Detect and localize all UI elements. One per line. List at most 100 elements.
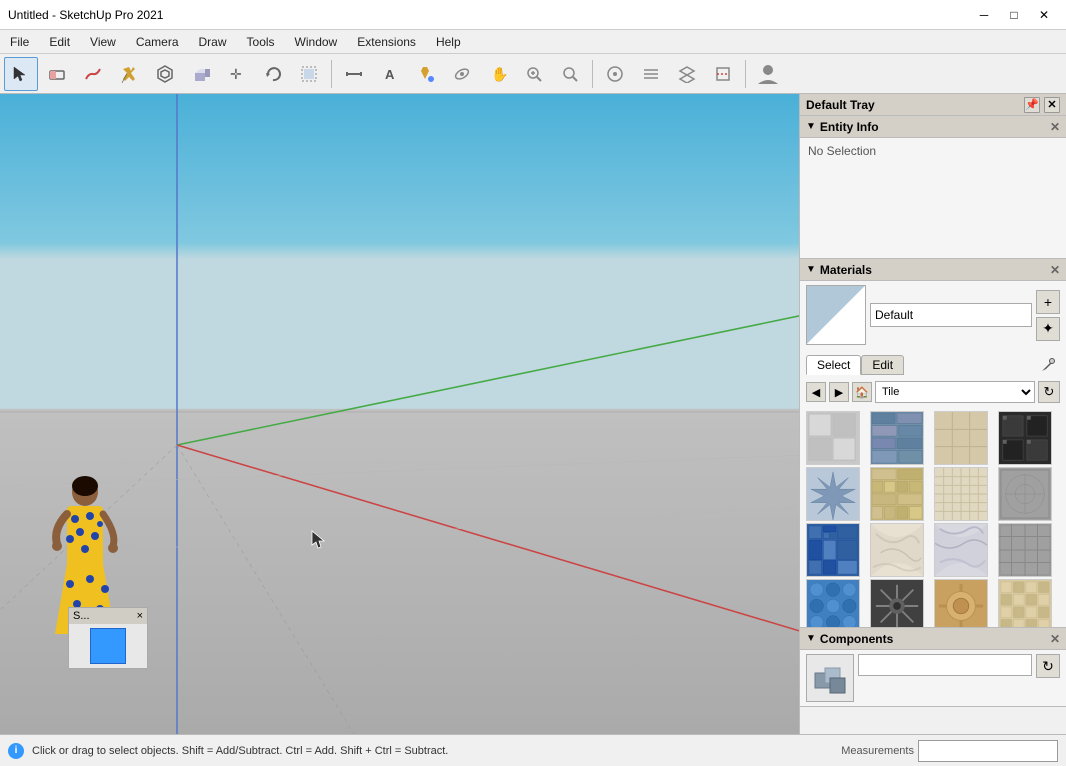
menu-window[interactable]: Window — [285, 30, 348, 53]
tray-title-icons: 📌 ✕ — [1024, 97, 1060, 113]
offset-tool-button[interactable] — [148, 57, 182, 91]
material-browser-nav: ◀ ▶ 🏠 Tile Wood Metal Stone Brick ↻ — [800, 377, 1066, 407]
material-name-input[interactable] — [870, 303, 1032, 327]
materials-content: + ✦ Select Edit ◀ ▶ 🏠 — [800, 281, 1066, 627]
edit-tab[interactable]: Edit — [861, 355, 904, 375]
materials-close[interactable]: ✕ — [1050, 263, 1060, 277]
text-tool-button[interactable]: A — [373, 57, 407, 91]
freehand-tool-button[interactable] — [76, 57, 110, 91]
material-item-16[interactable] — [998, 579, 1052, 627]
components-button[interactable] — [598, 57, 632, 91]
components-content: ↻ — [800, 650, 1066, 706]
material-create-button[interactable]: + — [1036, 290, 1060, 314]
material-sample-button[interactable]: ✦ — [1036, 317, 1060, 341]
select-tool-button[interactable] — [4, 57, 38, 91]
tray-close-button[interactable]: ✕ — [1044, 97, 1060, 113]
material-name-box — [870, 303, 1032, 327]
material-reload-button[interactable]: ↻ — [1038, 381, 1060, 403]
material-item-4[interactable] — [998, 411, 1052, 465]
blue-square-preview — [90, 628, 126, 664]
menu-file[interactable]: File — [0, 30, 39, 53]
menu-extensions[interactable]: Extensions — [347, 30, 426, 53]
material-action-buttons: + ✦ — [1036, 290, 1060, 341]
orbit-tool-button[interactable] — [445, 57, 479, 91]
material-item-6[interactable] — [870, 467, 924, 521]
tape-tool-button[interactable] — [337, 57, 371, 91]
material-item-10[interactable] — [870, 523, 924, 577]
material-item-2[interactable] — [870, 411, 924, 465]
menu-edit[interactable]: Edit — [39, 30, 80, 53]
zoom-ext-button[interactable] — [553, 57, 587, 91]
components-search — [858, 654, 1032, 702]
rotate-tool-button[interactable] — [256, 57, 290, 91]
svg-text:A: A — [385, 67, 395, 82]
materials-arrow: ▼ — [806, 264, 816, 275]
material-item-14[interactable] — [870, 579, 924, 627]
components-icon — [806, 654, 854, 702]
minimize-button[interactable]: ─ — [970, 5, 998, 25]
menu-view[interactable]: View — [80, 30, 126, 53]
menu-draw[interactable]: Draw — [189, 30, 237, 53]
statusbar: i Click or drag to select objects. Shift… — [0, 734, 1066, 766]
3d-viewport[interactable]: S... × — [0, 94, 799, 734]
menu-help[interactable]: Help — [426, 30, 471, 53]
section-cut-button[interactable] — [706, 57, 740, 91]
materials-header[interactable]: ▼ Materials ✕ — [800, 259, 1066, 281]
material-tabs: Select Edit — [800, 349, 1066, 377]
material-item-15[interactable] — [934, 579, 988, 627]
move-tool-button[interactable]: ✛ — [220, 57, 254, 91]
measurements-label: Measurements — [841, 745, 914, 757]
material-back-button[interactable]: ◀ — [806, 382, 826, 402]
window-controls: ─ □ ✕ — [970, 5, 1058, 25]
small-tray-close[interactable]: × — [137, 610, 143, 622]
material-category-select[interactable]: Tile Wood Metal Stone Brick — [875, 381, 1035, 403]
line-tool-button[interactable]: ╱ — [112, 57, 146, 91]
entity-info-label: Entity Info — [820, 120, 879, 134]
maximize-button[interactable]: □ — [1000, 5, 1028, 25]
default-tray-header: Default Tray 📌 ✕ — [800, 94, 1066, 116]
entity-info-close[interactable]: ✕ — [1050, 120, 1060, 134]
material-item-9[interactable] — [806, 523, 860, 577]
tray-pin-button[interactable]: 📌 — [1024, 97, 1040, 113]
components-action-button[interactable]: ↻ — [1036, 654, 1060, 678]
entity-info-section: ▼ Entity Info ✕ No Selection — [800, 116, 1066, 259]
entity-info-header[interactable]: ▼ Entity Info ✕ — [800, 116, 1066, 138]
toolbar-separator-1 — [331, 60, 332, 88]
material-item-7[interactable] — [934, 467, 988, 521]
eyedropper-button[interactable] — [1036, 353, 1060, 377]
close-button[interactable]: ✕ — [1030, 5, 1058, 25]
section-planes-button[interactable] — [634, 57, 668, 91]
material-item-3[interactable] — [934, 411, 988, 465]
menubar: File Edit View Camera Draw Tools Window … — [0, 30, 1066, 54]
components-search-input[interactable] — [858, 654, 1032, 676]
tray-title: Default Tray — [806, 98, 875, 112]
components-header[interactable]: ▼ Components ✕ — [800, 628, 1066, 650]
account-button[interactable] — [751, 57, 785, 91]
materials-label: Materials — [820, 263, 872, 277]
paint-tool-button[interactable] — [409, 57, 443, 91]
info-icon: i — [8, 743, 24, 759]
measurements-input[interactable] — [918, 740, 1058, 762]
material-item-1[interactable] — [806, 411, 860, 465]
entity-info-content: No Selection — [800, 138, 1066, 258]
components-close[interactable]: ✕ — [1050, 632, 1060, 646]
material-grid — [800, 407, 1066, 627]
hand-tool-button[interactable]: ✋ — [481, 57, 515, 91]
menu-camera[interactable]: Camera — [126, 30, 189, 53]
pushpull-tool-button[interactable] — [184, 57, 218, 91]
zoom-tool-button[interactable] — [517, 57, 551, 91]
material-item-13[interactable] — [806, 579, 860, 627]
menu-tools[interactable]: Tools — [237, 30, 285, 53]
materials-preview-row: + ✦ — [800, 281, 1066, 349]
scale-tool-button[interactable] — [292, 57, 326, 91]
layers-button[interactable] — [670, 57, 704, 91]
material-forward-button[interactable]: ▶ — [829, 382, 849, 402]
material-home-button[interactable]: 🏠 — [852, 382, 872, 402]
small-tray-header: S... × — [69, 608, 147, 624]
material-item-12[interactable] — [998, 523, 1052, 577]
material-item-8[interactable] — [998, 467, 1052, 521]
eraser-tool-button[interactable] — [40, 57, 74, 91]
select-tab[interactable]: Select — [806, 355, 861, 375]
material-item-5[interactable] — [806, 467, 860, 521]
material-item-11[interactable] — [934, 523, 988, 577]
